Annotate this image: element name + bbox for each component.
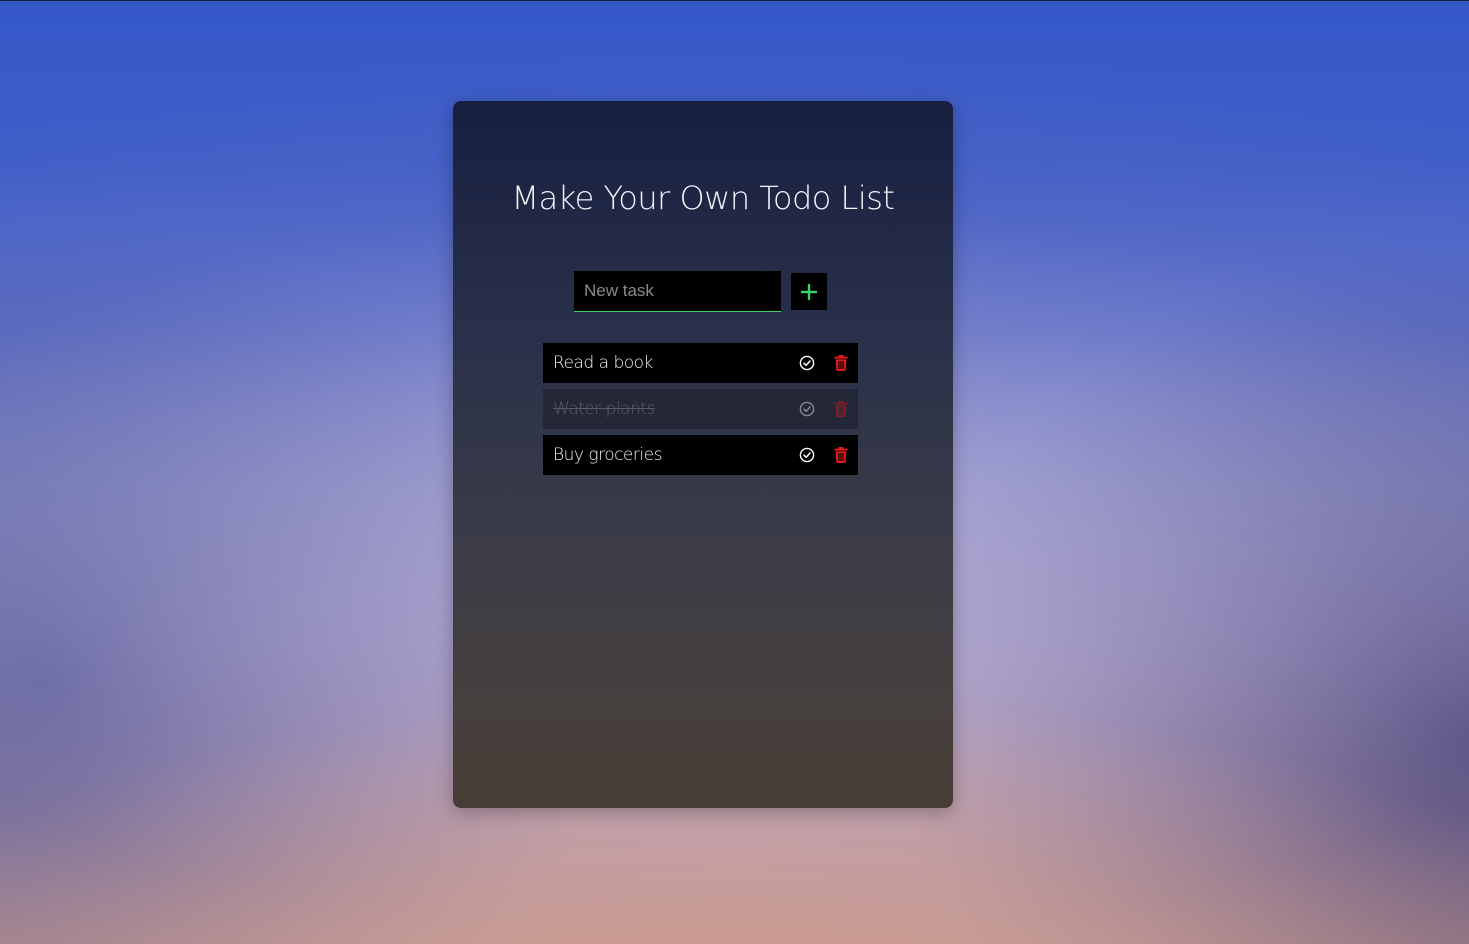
todo-text: Water plants <box>553 399 655 419</box>
delete-button[interactable] <box>824 435 858 475</box>
delete-button[interactable] <box>824 389 858 429</box>
todo-list: Read a book Water plants Buy groceries <box>543 343 858 481</box>
window-top-border <box>0 0 1469 1</box>
check-circle-icon <box>799 355 815 371</box>
todo-text: Read a book <box>553 353 653 373</box>
plus-icon <box>800 283 818 300</box>
todo-text: Buy groceries <box>553 445 662 465</box>
check-circle-icon <box>799 447 815 463</box>
check-circle-icon <box>799 401 815 417</box>
trash-icon <box>834 355 848 371</box>
new-task-input[interactable] <box>574 271 781 312</box>
complete-button[interactable] <box>790 435 824 475</box>
complete-button[interactable] <box>790 389 824 429</box>
complete-button[interactable] <box>790 343 824 383</box>
page-title: Make Your Own Todo List <box>511 179 895 217</box>
todo-item-completed: Water plants <box>543 389 858 429</box>
todo-item: Buy groceries <box>543 435 858 475</box>
trash-icon <box>834 447 848 463</box>
add-task-button[interactable] <box>791 273 827 310</box>
delete-button[interactable] <box>824 343 858 383</box>
todo-item: Read a book <box>543 343 858 383</box>
todo-card: Make Your Own Todo List Read a book <box>453 101 953 808</box>
trash-icon <box>834 401 848 417</box>
